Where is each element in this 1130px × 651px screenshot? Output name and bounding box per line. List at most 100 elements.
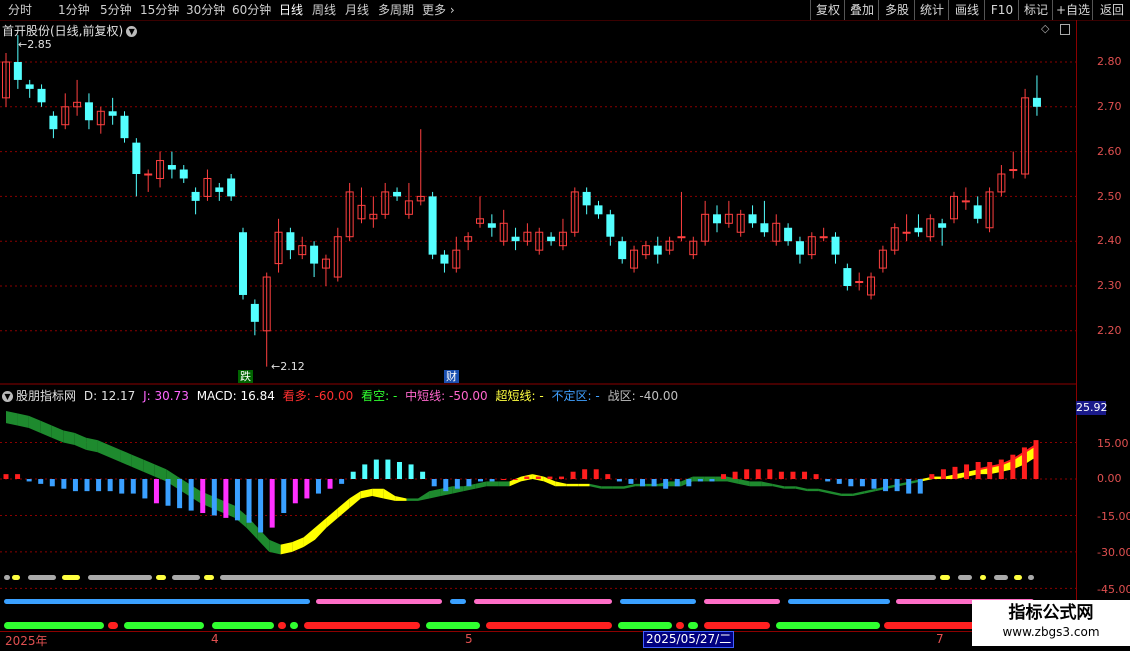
macd-bar [501,479,507,480]
candle-body-down [13,62,22,80]
macd-bar [489,479,495,482]
macd-bar [871,479,877,489]
signal-strip-1 [980,575,986,580]
signal-band-segment [509,476,521,487]
signal-band-segment [143,459,155,477]
signal-strip-3 [124,622,204,629]
macd-bar [38,479,44,484]
signal-band-segment [326,508,338,528]
marker-die[interactable]: 跌 [238,370,253,383]
candle-body-up [819,236,828,239]
signal-strip-1 [4,575,10,580]
macd-bar [177,479,183,509]
signal-band-segment [475,481,487,489]
macd-bar [975,461,981,479]
macd-bar [3,474,9,479]
signal-strip-2 [704,599,780,604]
macd-bar [304,479,310,499]
marker-cai[interactable]: 财 [444,370,459,383]
macd-bar [859,479,865,487]
signal-band-segment [6,410,18,426]
candle-body-down [25,84,34,89]
macd-bar [894,479,900,492]
price-tick: 2.60 [1097,145,1122,158]
indicator-current-value: 25.92 [1076,401,1108,415]
indicator-header: ▼ 股朋指标网 D: 12.17 J: 30.73 MACD: 16.84 看多:… [2,387,682,404]
signal-strip-3 [676,622,684,629]
back-button[interactable]: 返回 [1092,0,1130,20]
macd-bar [605,474,611,479]
signal-band-segment [337,498,350,518]
ind-tick: -45.00 [1097,583,1130,596]
macd-bar [96,479,102,492]
macd-bar [628,479,634,484]
macd-bar [987,461,993,479]
macd-bar [408,464,414,479]
macd-bar [1010,454,1016,479]
signal-band-segment [292,537,304,552]
macd-bar [640,479,646,487]
candle-body-down [582,191,591,206]
candle-body-down [973,205,982,219]
chevron-down-icon[interactable]: ▼ [2,391,13,402]
kline-chart[interactable] [0,0,1076,631]
signal-band-segment [372,488,384,499]
signal-strip-2 [4,599,310,604]
macd-bar [790,471,796,479]
candle-body-down [594,205,603,215]
ind-tick: -30.00 [1097,546,1130,559]
signal-band-segment [17,413,29,428]
candle-body-down [49,115,58,130]
signal-band-segment [830,491,842,497]
macd-bar [130,479,136,494]
candle-body-up [677,236,686,239]
signal-band-segment [406,498,418,501]
indicator-name[interactable]: 股朋指标网 [16,389,76,403]
ind-macd: MACD: 16.84 [196,389,275,403]
candle-body-down [1032,97,1041,107]
signal-band-segment [795,486,808,492]
signal-strip-3 [776,622,880,629]
candle-body-down [487,223,496,228]
signal-band-segment [624,483,636,489]
macd-bar [315,479,321,494]
macd-bar [582,469,588,479]
candle-body-down [653,245,662,255]
macd-bar [477,479,483,482]
candle-body-down [215,187,224,192]
signal-band-segment [852,491,865,497]
signal-band-segment [383,488,396,501]
signal-band-segment [429,488,441,499]
ind-j: J: 30.73 [143,389,189,403]
macd-bar [929,474,935,479]
macd-bar [547,476,553,479]
macd-bar [72,479,78,492]
macd-bar [721,474,727,479]
signal-strip-1 [994,575,1008,580]
macd-bar [663,479,669,489]
candle-body-down [239,232,247,295]
candle-body-down [286,232,295,251]
signal-strip-1 [12,575,20,580]
signal-strip-3 [304,622,420,629]
date-axis [0,631,1130,651]
signal-band-segment [601,486,613,489]
macd-bar [709,479,715,482]
signal-band-segment [578,483,590,487]
macd-bar [49,479,55,487]
signal-band-segment [772,483,785,489]
signal-band-segment [269,539,281,555]
signal-strip-1 [156,575,166,580]
macd-bar [26,479,32,482]
candle-body-down [547,236,556,242]
macd-bar [281,479,287,514]
signal-band-segment [109,444,121,462]
signal-strip-1 [958,575,972,580]
candle-body-down [250,303,259,322]
signal-strip-2 [450,599,466,604]
signal-strip-3 [486,622,612,629]
macd-bar [200,479,206,514]
signal-strip-1 [88,575,152,580]
signal-band-segment [51,425,64,443]
signal-band-segment [303,527,315,548]
